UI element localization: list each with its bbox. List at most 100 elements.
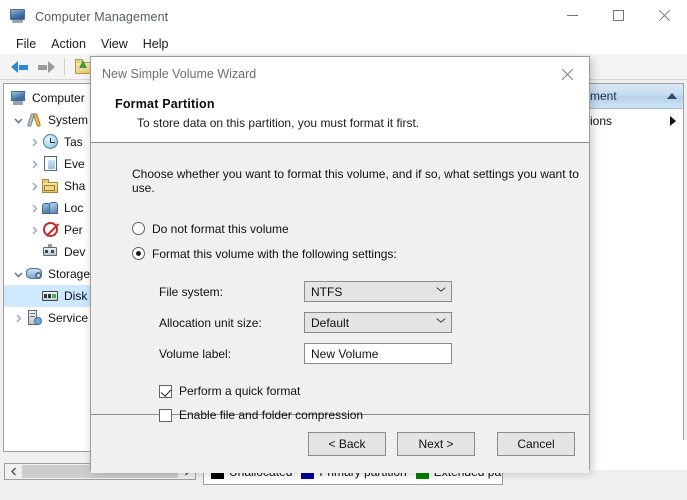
checkbox-unchecked-icon[interactable] bbox=[159, 409, 172, 422]
collapsed-twisty-icon[interactable] bbox=[26, 160, 42, 169]
file-system-dropdown[interactable]: NTFS bbox=[304, 281, 452, 302]
checkbox-enable-compression[interactable]: Enable file and folder compression bbox=[159, 403, 589, 427]
field-allocation-unit-size: Allocation unit size: Default bbox=[159, 307, 589, 338]
new-simple-volume-wizard-dialog: New Simple Volume Wizard Format Partitio… bbox=[90, 56, 590, 470]
format-options-checkboxes: Perform a quick format Enable file and f… bbox=[132, 379, 589, 427]
tree-item-label: Dev bbox=[64, 245, 85, 259]
tree-item-label: Service bbox=[48, 311, 88, 325]
services-icon bbox=[26, 310, 43, 326]
minimize-icon bbox=[567, 15, 578, 16]
caret-up-icon[interactable] bbox=[667, 93, 677, 99]
back-button[interactable] bbox=[7, 56, 33, 78]
dialog-close-button[interactable] bbox=[545, 59, 589, 89]
actions-pane-more-actions[interactable]: ions bbox=[582, 109, 683, 133]
checkbox-label: Perform a quick format bbox=[179, 384, 300, 398]
tree-item-label: Per bbox=[64, 223, 83, 237]
collapsed-twisty-icon[interactable] bbox=[10, 314, 26, 323]
checkbox-perform-quick-format[interactable]: Perform a quick format bbox=[159, 379, 589, 403]
tree-item-label: Computer bbox=[32, 91, 85, 105]
close-button[interactable] bbox=[641, 0, 687, 30]
checkbox-label: Enable file and folder compression bbox=[179, 408, 363, 422]
tree-item-label: Storage bbox=[48, 267, 90, 281]
tree-item-label: Eve bbox=[64, 157, 85, 171]
tree-item-label: Tas bbox=[64, 135, 83, 149]
clock-icon bbox=[42, 134, 59, 150]
disk-management-icon bbox=[42, 288, 59, 304]
next-button[interactable]: Next > bbox=[397, 432, 475, 456]
field-label: File system: bbox=[159, 285, 304, 299]
dialog-intro-text: Choose whether you want to format this v… bbox=[132, 167, 589, 195]
collapsed-twisty-icon[interactable] bbox=[26, 226, 42, 235]
window-title: Computer Management bbox=[35, 10, 168, 24]
device-manager-icon bbox=[42, 244, 59, 260]
file-system-value: NTFS bbox=[311, 285, 342, 299]
volume-label-value: New Volume bbox=[311, 347, 378, 361]
radio-label: Format this volume with the following se… bbox=[152, 247, 397, 261]
checkbox-checked-icon[interactable] bbox=[159, 385, 172, 398]
maximize-icon bbox=[613, 10, 624, 21]
field-label: Allocation unit size: bbox=[159, 316, 304, 330]
field-file-system: File system: NTFS bbox=[159, 276, 589, 307]
expanded-twisty-icon[interactable] bbox=[10, 270, 26, 279]
actions-pane-header[interactable]: ment bbox=[582, 84, 683, 109]
toolbar-separator bbox=[64, 58, 65, 75]
local-users-icon bbox=[42, 200, 59, 216]
field-volume-label: Volume label: New Volume bbox=[159, 338, 589, 369]
actions-pane-bottom-edge bbox=[578, 440, 687, 470]
back-button[interactable]: < Back bbox=[308, 432, 386, 456]
menu-item-file[interactable]: File bbox=[9, 35, 44, 53]
computer-management-icon bbox=[10, 8, 27, 25]
field-label: Volume label: bbox=[159, 347, 304, 361]
forward-arrow-icon bbox=[37, 60, 55, 74]
tree-item-label: Disk bbox=[64, 289, 87, 303]
chevron-down-icon bbox=[437, 320, 445, 325]
collapsed-twisty-icon[interactable] bbox=[26, 204, 42, 213]
menu-item-action[interactable]: Action bbox=[44, 35, 94, 53]
dialog-subheading: To store data on this partition, you mus… bbox=[115, 116, 589, 130]
window-controls bbox=[549, 0, 687, 30]
scroll-left-button[interactable] bbox=[5, 464, 21, 479]
menu-item-view[interactable]: View bbox=[94, 35, 136, 53]
collapsed-twisty-icon[interactable] bbox=[26, 182, 42, 191]
dialog-body: Choose whether you want to format this v… bbox=[91, 143, 589, 415]
storage-icon bbox=[26, 266, 43, 282]
tools-icon bbox=[26, 112, 43, 128]
tree-item-label: Loc bbox=[64, 201, 83, 215]
cancel-button[interactable]: Cancel bbox=[497, 432, 575, 456]
back-arrow-icon bbox=[11, 60, 29, 74]
actions-pane-title: ment bbox=[590, 89, 617, 103]
radio-format-with-settings[interactable]: Format this volume with the following se… bbox=[132, 241, 589, 266]
allocation-unit-size-value: Default bbox=[311, 316, 349, 330]
minimize-button[interactable] bbox=[549, 0, 595, 30]
close-icon bbox=[561, 68, 574, 81]
performance-icon bbox=[42, 222, 59, 238]
volume-label-input[interactable]: New Volume bbox=[304, 343, 452, 364]
maximize-button[interactable] bbox=[595, 0, 641, 30]
event-viewer-icon bbox=[42, 156, 59, 172]
allocation-unit-size-dropdown[interactable]: Default bbox=[304, 312, 452, 333]
tree-item-label: Sha bbox=[64, 179, 85, 193]
actions-pane-row-label: ions bbox=[590, 114, 612, 128]
dialog-heading: Format Partition bbox=[115, 97, 589, 111]
format-settings-fields: File system: NTFS Allocation unit size: … bbox=[132, 276, 589, 369]
expanded-twisty-icon[interactable] bbox=[10, 116, 26, 125]
tree-item-label: System bbox=[48, 113, 88, 127]
dialog-title: New Simple Volume Wizard bbox=[91, 67, 256, 81]
radio-do-not-format[interactable]: Do not format this volume bbox=[132, 216, 589, 241]
menu-bar: File Action View Help bbox=[0, 33, 687, 54]
chevron-down-icon bbox=[437, 289, 445, 294]
caret-right-icon[interactable] bbox=[670, 116, 676, 126]
radio-button-unselected-icon[interactable] bbox=[132, 222, 145, 235]
dialog-header: Format Partition To store data on this p… bbox=[91, 91, 589, 143]
close-icon bbox=[658, 9, 671, 22]
collapsed-twisty-icon[interactable] bbox=[26, 138, 42, 147]
dialog-title-bar: New Simple Volume Wizard bbox=[91, 57, 589, 91]
window-title-bar: Computer Management bbox=[0, 0, 687, 33]
forward-button[interactable] bbox=[33, 56, 59, 78]
actions-pane: ment ions bbox=[581, 83, 684, 452]
radio-button-selected-icon[interactable] bbox=[132, 247, 145, 260]
radio-label: Do not format this volume bbox=[152, 222, 289, 236]
menu-item-help[interactable]: Help bbox=[136, 35, 177, 53]
shared-folders-icon bbox=[42, 178, 59, 194]
folder-icon bbox=[75, 59, 92, 74]
